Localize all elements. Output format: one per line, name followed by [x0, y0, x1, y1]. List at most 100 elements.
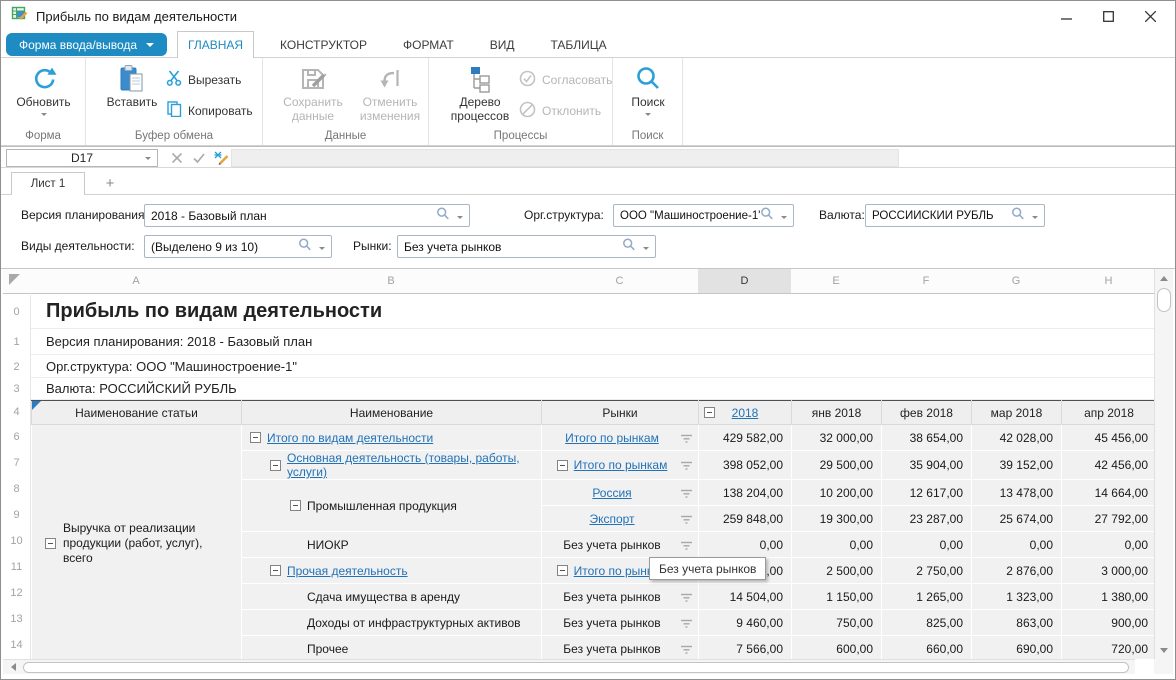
column-header-g[interactable]: G — [971, 269, 1061, 293]
collapse-icon[interactable] — [704, 407, 715, 418]
vertical-scroll-thumb[interactable] — [1157, 288, 1171, 312]
tab-vid[interactable]: ВИД — [480, 31, 525, 58]
header-name-column[interactable]: Наименование — [242, 401, 542, 425]
report-info-currency[interactable]: Валюта: РОССИЙСКИЙ РУБЛЬ — [31, 378, 1156, 400]
markets-filter-combo[interactable]: Без учета рынков — [397, 235, 656, 258]
market-link[interactable]: Россия — [592, 486, 631, 500]
value-cell[interactable]: 825,00 — [882, 610, 972, 636]
currency-filter-combo[interactable]: РОССИЙСКИЙ РУБЛЬ — [865, 204, 1045, 227]
cut-button[interactable]: Вырезать — [166, 70, 241, 89]
name-cell[interactable]: Прочее — [242, 636, 542, 660]
value-cell[interactable]: 2 876,00 — [972, 558, 1062, 584]
tab-format[interactable]: ФОРМАТ — [393, 31, 464, 58]
column-header-b[interactable]: B — [241, 269, 541, 293]
row-header[interactable]: 9 — [3, 502, 30, 528]
row-header[interactable]: 14 — [3, 632, 30, 658]
row-header[interactable]: 13 — [3, 606, 30, 632]
collapse-icon[interactable] — [557, 460, 568, 471]
value-cell[interactable]: 10 200,00 — [792, 480, 882, 506]
close-button[interactable] — [1129, 1, 1171, 31]
row-header[interactable]: 3 — [3, 378, 30, 400]
value-cell[interactable]: 13 478,00 — [972, 480, 1062, 506]
value-cell[interactable]: 429 582,00 — [699, 425, 792, 451]
value-cell[interactable]: 259 848,00 — [699, 506, 792, 532]
header-month-mar[interactable]: мар 2018 — [972, 401, 1062, 425]
name-cell[interactable]: Доходы от инфраструктурных активов — [242, 610, 542, 636]
column-header-h[interactable]: H — [1061, 269, 1156, 293]
confirm-entry-button[interactable] — [189, 149, 209, 167]
filter-funnel-icon[interactable] — [680, 514, 693, 528]
row-header[interactable]: 7 — [3, 450, 30, 476]
market-cell[interactable]: Без учета рынков — [542, 610, 699, 636]
header-month-apr[interactable]: апр 2018 — [1062, 401, 1157, 425]
value-cell[interactable]: 600,00 — [792, 636, 882, 660]
value-cell[interactable]: 1 380,00 — [1062, 584, 1157, 610]
value-cell[interactable]: 900,00 — [1062, 610, 1157, 636]
header-year-column[interactable]: 2018 — [699, 401, 792, 425]
value-cell[interactable]: 27 792,00 — [1062, 506, 1157, 532]
name-cell[interactable]: Сдача имущества в аренду — [242, 584, 542, 610]
search-icon[interactable] — [436, 207, 450, 224]
value-cell[interactable]: 9 460,00 — [699, 610, 792, 636]
collapse-icon[interactable] — [270, 565, 281, 576]
header-article-column[interactable]: Наименование статьи — [32, 401, 242, 425]
search-icon[interactable] — [1011, 207, 1025, 224]
value-cell[interactable]: 14 504,00 — [699, 584, 792, 610]
value-cell[interactable]: 138 204,00 — [699, 480, 792, 506]
row-header[interactable]: 10 — [3, 528, 30, 554]
collapse-icon[interactable] — [250, 432, 261, 443]
value-cell[interactable]: 2 500,00 — [792, 558, 882, 584]
row-header[interactable]: 4 — [3, 400, 30, 424]
name-cell[interactable]: Промышленная продукция — [242, 480, 542, 532]
approve-button[interactable]: Согласовать — [519, 70, 612, 90]
row-header[interactable]: 8 — [3, 476, 30, 502]
chevron-down-icon[interactable] — [319, 247, 325, 250]
save-data-button[interactable]: Сохранить данные — [273, 63, 353, 123]
vertical-scrollbar[interactable] — [1154, 269, 1173, 659]
version-filter-combo[interactable]: 2018 - Базовый план — [144, 204, 470, 227]
horizontal-scroll-thumb[interactable] — [23, 662, 1129, 673]
chevron-down-icon[interactable] — [457, 216, 463, 219]
name-cell[interactable]: Итого по видам деятельности — [242, 425, 542, 451]
year-2018-link[interactable]: 2018 — [732, 406, 759, 420]
column-header-e[interactable]: E — [791, 269, 881, 293]
tab-tablitsa[interactable]: ТАБЛИЦА — [540, 31, 616, 58]
value-cell[interactable]: 398 052,00 — [699, 451, 792, 480]
market-cell[interactable]: Экспорт — [542, 506, 699, 532]
column-header-d-selected[interactable]: D — [698, 269, 791, 293]
name-cell[interactable]: Прочая деятельность — [242, 558, 542, 584]
refresh-button[interactable]: Обновить — [8, 63, 79, 116]
search-icon[interactable] — [622, 238, 636, 255]
org-filter-combo[interactable]: ООО "Машиностроение-1" — [613, 204, 794, 227]
filter-funnel-icon[interactable] — [680, 460, 693, 474]
value-cell[interactable]: 690,00 — [972, 636, 1062, 660]
market-link[interactable]: Итого по рынкам — [565, 431, 659, 445]
column-header-f[interactable]: F — [881, 269, 971, 293]
value-cell[interactable]: 14 664,00 — [1062, 480, 1157, 506]
activities-filter-combo[interactable]: (Выделено 9 из 10) — [144, 235, 332, 258]
row-header[interactable]: 6 — [3, 424, 30, 450]
column-header-a[interactable]: A — [31, 269, 241, 293]
header-month-jan[interactable]: янв 2018 — [792, 401, 882, 425]
value-cell[interactable]: 35 904,00 — [882, 451, 972, 480]
collapse-icon[interactable] — [290, 500, 301, 511]
chevron-down-icon[interactable] — [643, 247, 649, 250]
value-cell[interactable]: 0,00 — [1062, 532, 1157, 558]
market-cell[interactable]: Россия — [542, 480, 699, 506]
search-icon[interactable] — [298, 238, 312, 255]
header-markets-column[interactable]: Рынки — [542, 401, 699, 425]
value-cell[interactable]: 39 152,00 — [972, 451, 1062, 480]
value-cell[interactable]: 29 500,00 — [792, 451, 882, 480]
copy-button[interactable]: Копировать — [166, 101, 253, 120]
filter-funnel-icon[interactable] — [680, 433, 693, 447]
scroll-up-button[interactable] — [1155, 270, 1173, 286]
report-title-cell[interactable]: Прибыль по видам деятельности — [31, 295, 1156, 329]
sheet-tab-list1[interactable]: Лист 1 — [11, 172, 85, 195]
process-tree-button[interactable]: Дерево процессов — [441, 63, 519, 123]
value-cell[interactable]: 32 000,00 — [792, 425, 882, 451]
value-cell[interactable]: 25 674,00 — [972, 506, 1062, 532]
header-month-feb[interactable]: фев 2018 — [882, 401, 972, 425]
cancel-entry-button[interactable] — [167, 149, 187, 167]
value-cell[interactable]: 863,00 — [972, 610, 1062, 636]
minimize-button[interactable] — [1045, 1, 1087, 31]
